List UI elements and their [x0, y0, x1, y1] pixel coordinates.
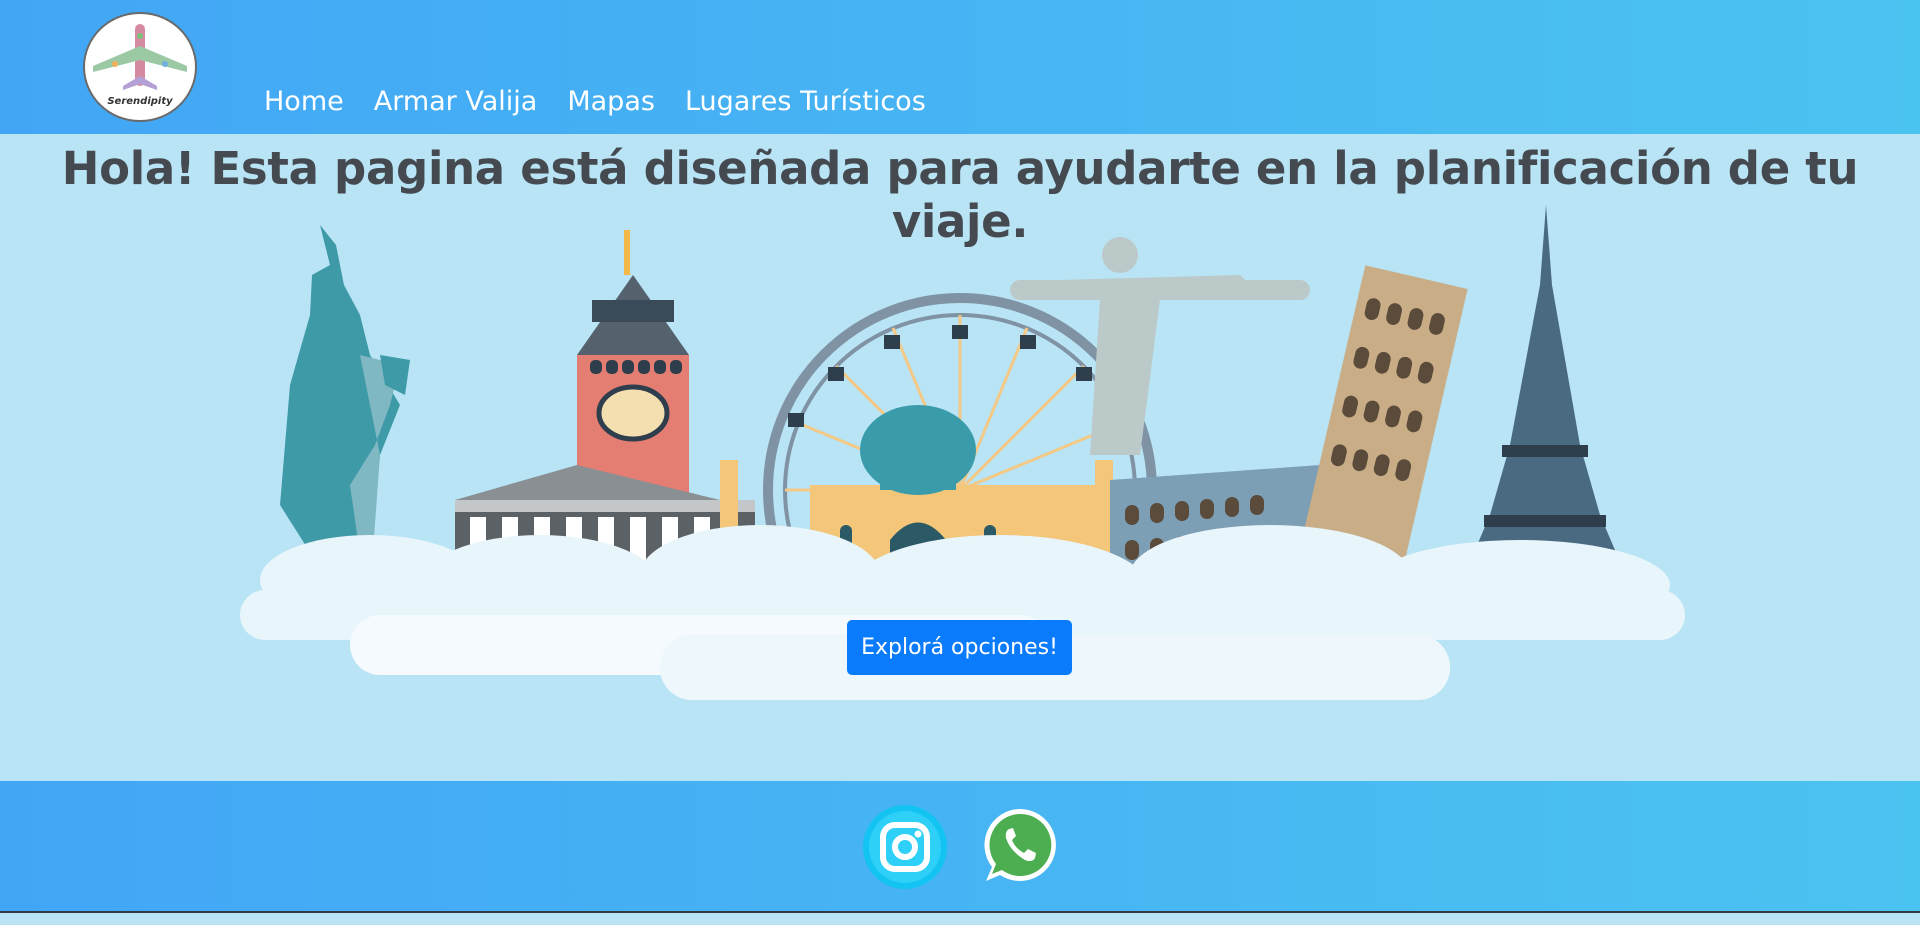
explore-options-button[interactable]: Explorá opciones!: [847, 620, 1072, 675]
top-navbar: Serendipity Home Armar Valija Mapas Luga…: [0, 0, 1920, 134]
instagram-icon: [863, 805, 947, 889]
nav-mapas[interactable]: Mapas: [567, 84, 655, 120]
whatsapp-link[interactable]: [980, 805, 1060, 889]
big-ben: [577, 230, 689, 505]
nav-lugares-turisticos[interactable]: Lugares Turísticos: [685, 84, 926, 120]
logo-text: Serendipity: [107, 96, 173, 107]
whatsapp-icon: [984, 809, 1056, 881]
nav-home[interactable]: Home: [264, 84, 344, 120]
brand-logo[interactable]: Serendipity: [83, 12, 197, 122]
footer: [0, 781, 1920, 911]
christ-the-redeemer: [1010, 237, 1310, 455]
statue-of-liberty: [280, 225, 410, 565]
main-nav: Home Armar Valija Mapas Lugares Turístic…: [264, 84, 926, 120]
eiffel-tower: [1460, 205, 1630, 585]
instagram-link[interactable]: [862, 805, 948, 893]
nav-armar-valija[interactable]: Armar Valija: [374, 84, 538, 120]
leaning-tower-of-pisa: [1300, 265, 1468, 572]
